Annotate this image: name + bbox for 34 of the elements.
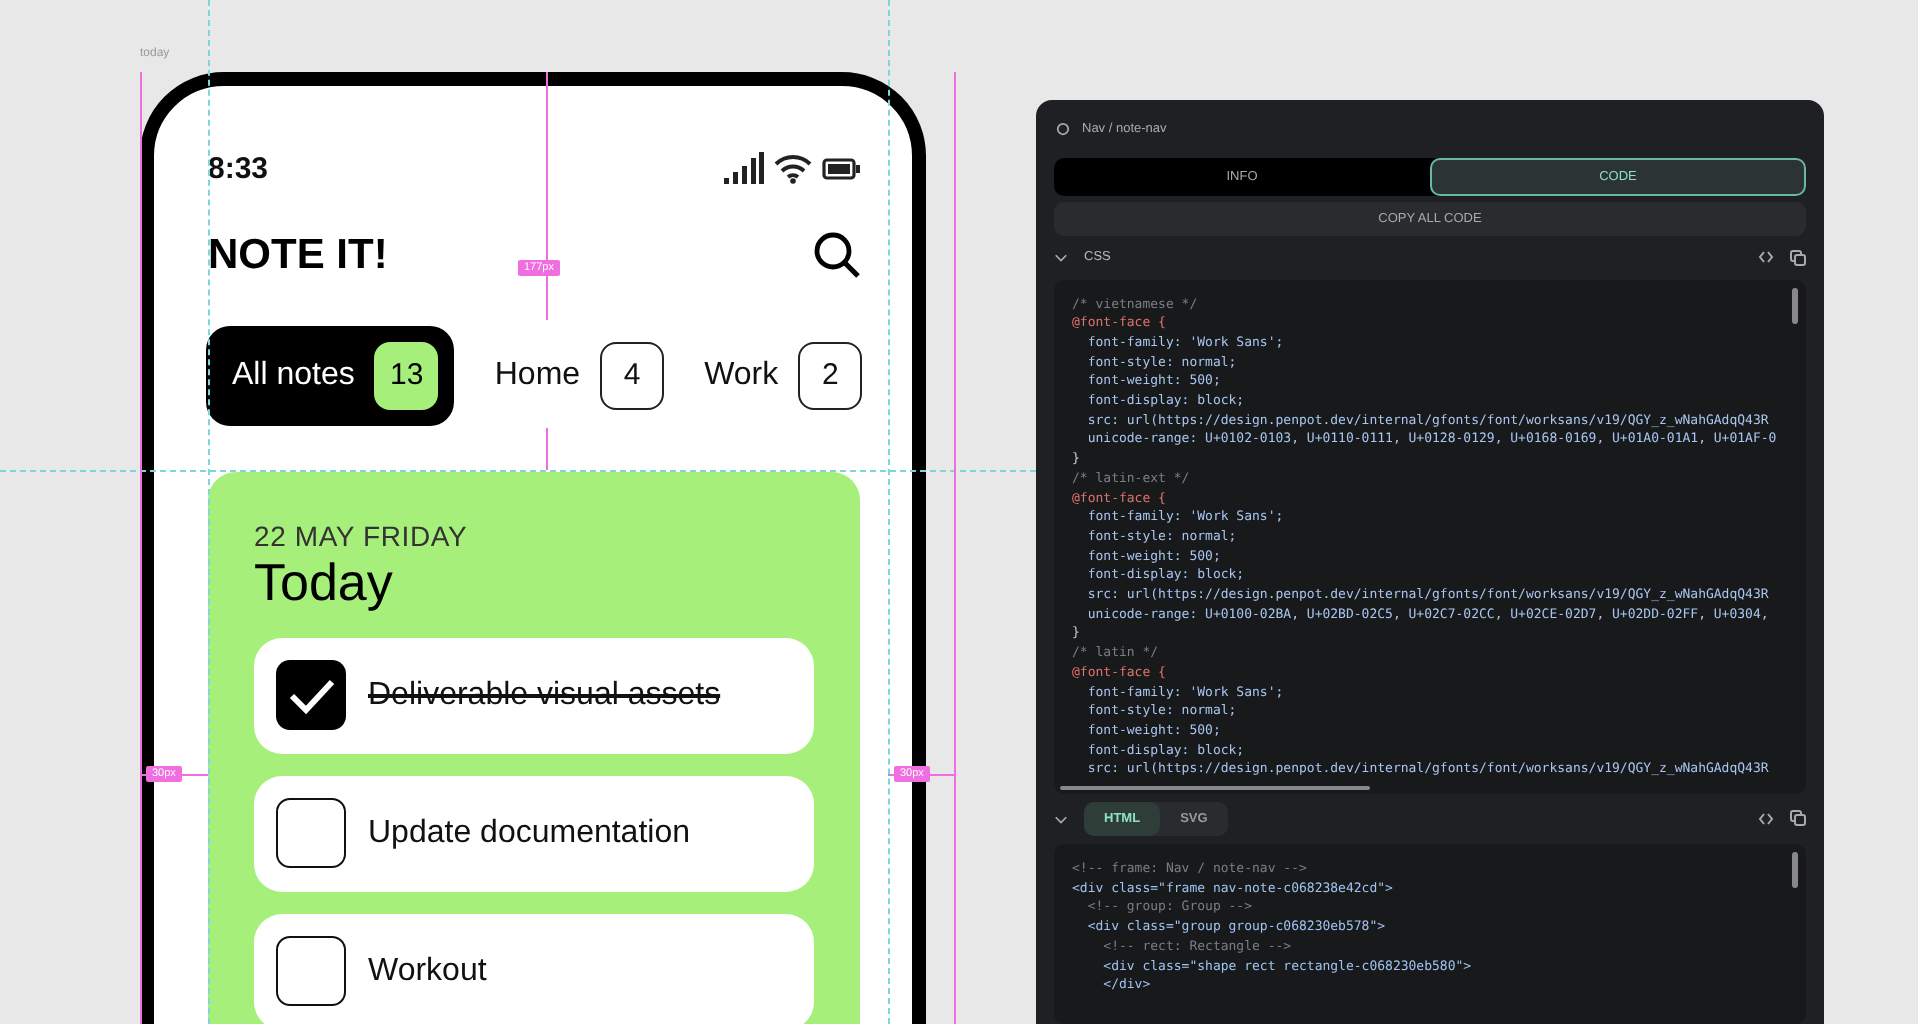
scrollbar[interactable]: [1792, 287, 1798, 323]
battery-icon: [822, 157, 860, 180]
card-date: 22 MAY FRIDAY: [254, 519, 470, 552]
code-icon[interactable]: [1758, 811, 1774, 826]
task-text: Deliverable visual assets: [368, 677, 721, 714]
task-item[interactable]: Update documentation: [254, 775, 814, 892]
chevron-icon[interactable]: [1054, 811, 1068, 826]
checkbox[interactable]: [276, 798, 346, 869]
filter-tab[interactable]: All notes 13: [206, 325, 455, 426]
count-badge: 2: [798, 341, 863, 410]
code-icon[interactable]: [1758, 250, 1774, 265]
frame-icon: [1056, 122, 1070, 137]
wifi-icon: [774, 153, 812, 184]
count-badge: 4: [600, 341, 665, 410]
scrollbar[interactable]: [1060, 785, 1370, 789]
copy-icon[interactable]: [1790, 810, 1806, 827]
task-item[interactable]: Workout: [254, 913, 814, 1024]
scrollbar[interactable]: [1792, 852, 1798, 889]
task-text: Update documentation: [368, 815, 690, 852]
task-item[interactable]: Deliverable visual assets: [254, 637, 814, 754]
filter-tab[interactable]: Home 4: [494, 341, 665, 410]
filter-tab[interactable]: Work 2: [704, 341, 863, 410]
card-title: Today: [254, 551, 395, 614]
search-icon[interactable]: [814, 232, 860, 279]
chevron-icon[interactable]: [1054, 250, 1068, 265]
checkbox[interactable]: [276, 660, 346, 731]
checkmark-icon: [287, 675, 335, 716]
count-badge: 13: [374, 341, 439, 410]
signal-icon: [724, 152, 764, 185]
app-title: NOTE IT!: [208, 231, 388, 280]
task-text: Workout: [368, 953, 487, 990]
checkbox[interactable]: [276, 936, 346, 1007]
status-time: 8:33: [208, 151, 269, 186]
copy-icon[interactable]: [1790, 249, 1806, 266]
